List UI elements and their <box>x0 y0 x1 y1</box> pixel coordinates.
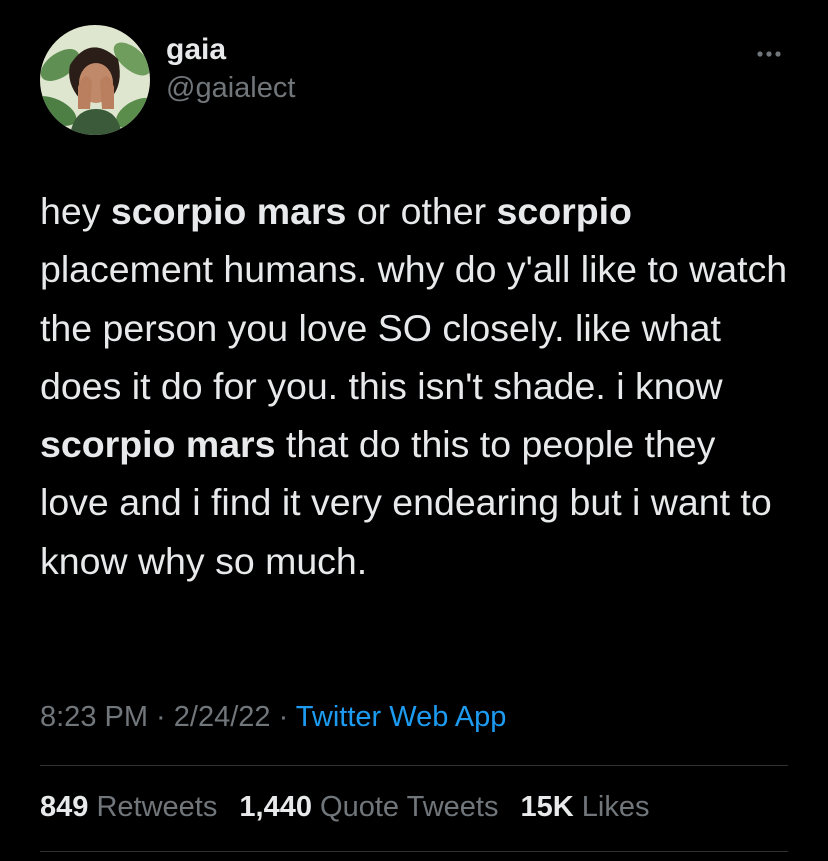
avatar-illustration-icon <box>40 25 150 135</box>
user-names: gaia @gaialect <box>166 31 295 107</box>
tweet-detail: gaia @gaialect hey scorpio mars or other… <box>0 0 828 861</box>
meta-separator: · <box>270 701 296 733</box>
retweets-stat[interactable]: 849 Retweets <box>40 791 217 823</box>
tweet-header: gaia @gaialect <box>40 24 295 136</box>
tweet-date[interactable]: 2/24/22 <box>174 701 271 733</box>
avatar[interactable] <box>40 25 150 135</box>
user-handle[interactable]: @gaialect <box>166 69 295 107</box>
tweet-text-run: placement humans. why do y'all like to w… <box>40 248 788 407</box>
highlighted-text: scorpio mars <box>110 190 347 232</box>
tweet-text: hey scorpio mars or other scorpio placem… <box>40 182 790 590</box>
tweet-meta: 8:23 PM · 2/24/22 · Twitter Web App <box>40 697 506 737</box>
tweet-text-run: hey <box>40 190 111 232</box>
quote-tweets-stat[interactable]: 1,440 Quote Tweets <box>239 791 498 823</box>
tweet-time[interactable]: 8:23 PM <box>40 701 148 733</box>
tweet-source-link[interactable]: Twitter Web App <box>296 701 507 733</box>
likes-label: Likes <box>581 791 650 823</box>
highlighted-text: scorpio <box>496 190 632 232</box>
retweets-count: 849 <box>40 791 89 823</box>
highlighted-text: scorpio mars <box>40 423 276 466</box>
display-name[interactable]: gaia <box>166 31 295 69</box>
divider <box>40 851 788 852</box>
likes-count: 15K <box>520 791 574 823</box>
more-horizontal-icon <box>757 51 781 57</box>
likes-stat[interactable]: 15K Likes <box>521 791 650 823</box>
quote-tweets-label: Quote Tweets <box>320 791 499 823</box>
more-options-button[interactable] <box>752 44 786 64</box>
tweet-text-run: or other <box>346 190 497 232</box>
retweets-label: Retweets <box>96 791 218 823</box>
meta-separator: · <box>148 701 174 733</box>
quote-tweets-count: 1,440 <box>239 791 312 823</box>
tweet-stats: 849 Retweets 1,440 Quote Tweets 15K Like… <box>40 787 663 827</box>
divider <box>40 765 788 766</box>
